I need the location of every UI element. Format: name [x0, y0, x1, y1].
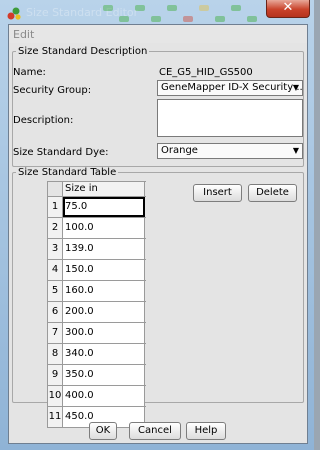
table-header-corner [48, 182, 63, 196]
app-icon [6, 5, 22, 21]
chevron-down-icon: ▼ [292, 146, 299, 155]
title-bar-decoration [95, 2, 265, 24]
size-cell[interactable]: 200.0 [63, 302, 145, 322]
column-header-size[interactable]: Size in Basepairs [63, 182, 145, 208]
security-group-dropdown[interactable]: GeneMapper ID-X Security ... ▼ [157, 80, 303, 96]
size-cell[interactable]: 100.0 [63, 218, 145, 238]
table-row[interactable]: 6 200.0 [48, 302, 146, 323]
size-standard-dye-value: Orange [161, 145, 198, 156]
size-cell[interactable]: 340.0 [63, 344, 145, 364]
row-number: 1 [48, 197, 63, 217]
table-row[interactable]: 10 400.0 [48, 386, 146, 407]
name-label: Name: [13, 67, 46, 78]
security-group-value: GeneMapper ID-X Security ... [161, 82, 303, 93]
chevron-down-icon: ▼ [292, 83, 299, 92]
row-number: 6 [48, 302, 63, 322]
delete-button[interactable]: Delete [248, 184, 297, 202]
close-button[interactable]: ✕ [266, 0, 310, 18]
row-number: 8 [48, 344, 63, 364]
security-group-label: Security Group: [13, 85, 92, 96]
row-number: 2 [48, 218, 63, 238]
row-number: 7 [48, 323, 63, 343]
table-row[interactable]: 9 350.0 [48, 365, 146, 386]
insert-button[interactable]: Insert [193, 184, 242, 202]
size-cell[interactable]: 160.0 [63, 281, 145, 301]
row-number: 3 [48, 239, 63, 259]
row-number: 4 [48, 260, 63, 280]
table-row[interactable]: 4 150.0 [48, 260, 146, 281]
description-field[interactable] [157, 99, 303, 137]
table-header: Size in Basepairs [48, 182, 146, 208]
dialog-window: Size Standard Editor ✕ Edit Size Standar… [0, 0, 314, 450]
row-number: 10 [48, 386, 63, 406]
size-standard-table: Size in Basepairs 175.02100.03139.04150.… [47, 181, 146, 428]
size-cell[interactable]: 300.0 [63, 323, 145, 343]
close-icon: ✕ [282, 0, 294, 15]
row-number: 9 [48, 365, 63, 385]
name-value: CE_G5_HID_GS500 [159, 67, 253, 78]
size-cell[interactable]: 139.0 [63, 239, 145, 259]
table-row[interactable]: 7 300.0 [48, 323, 146, 344]
table-row[interactable]: 1 75.0 [48, 197, 146, 218]
size-cell[interactable]: 400.0 [63, 386, 145, 406]
help-button[interactable]: Help [186, 422, 226, 440]
menu-edit[interactable]: Edit [13, 28, 34, 41]
menu-bar: Edit [9, 25, 307, 44]
table-row[interactable]: 8 340.0 [48, 344, 146, 365]
size-cell[interactable]: 75.0 [63, 197, 145, 217]
description-section-legend: Size Standard Description [18, 46, 148, 57]
ok-button[interactable]: OK [89, 422, 117, 440]
description-label: Description: [13, 115, 74, 126]
dialog-client-area: Edit Size Standard Description Name: CE_… [8, 24, 308, 444]
table-row[interactable]: 2 100.0 [48, 218, 146, 239]
size-cell[interactable]: 350.0 [63, 365, 145, 385]
size-standard-dye-label: Size Standard Dye: [13, 147, 109, 158]
size-cell[interactable]: 150.0 [63, 260, 145, 280]
row-number: 11 [48, 407, 63, 427]
table-section-legend: Size Standard Table [18, 167, 117, 178]
table-row[interactable]: 5 160.0 [48, 281, 146, 302]
dialog-panel: Size Standard Description Name: CE_G5_HI… [9, 43, 307, 443]
cancel-button[interactable]: Cancel [129, 422, 181, 440]
title-bar[interactable]: Size Standard Editor ✕ [0, 0, 314, 24]
table-row[interactable]: 3 139.0 [48, 239, 146, 260]
size-standard-dye-dropdown[interactable]: Orange ▼ [157, 143, 303, 159]
row-number: 5 [48, 281, 63, 301]
table-body: 1 75.0 2 100.0 3 139.0 4 150.0 5 160.0 6 200.0 7 300.… [48, 197, 146, 428]
